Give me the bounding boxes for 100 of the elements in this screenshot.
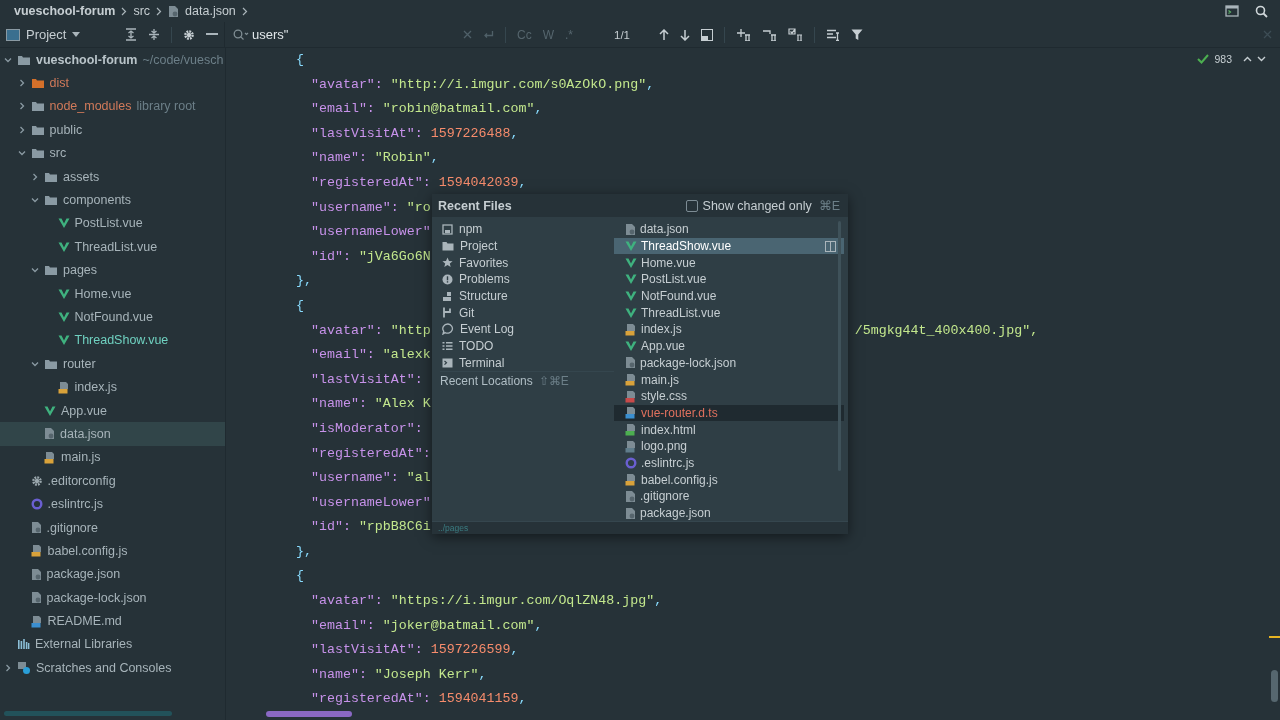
tree-item[interactable]: src [0,141,225,165]
recent-file-item[interactable]: .eslintrc.js [614,454,844,472]
tree-item[interactable]: main.js [0,445,225,470]
arrow-up-icon[interactable] [659,28,669,41]
close-icon[interactable] [463,30,472,39]
recent-file-item[interactable]: ThreadShow.vue [614,237,844,255]
tree-item[interactable]: data.json [0,422,225,446]
tree-item[interactable]: babel.config.js [0,539,225,563]
recent-file-item[interactable]: NotFound.vue [614,287,844,305]
search-field[interactable]: users" [252,27,452,42]
recent-file-item[interactable]: index.js [614,321,844,338]
tool-window-item[interactable]: Event Log [442,321,614,338]
minimize-icon[interactable] [206,33,218,36]
tree-item[interactable]: README.md [0,609,225,633]
tree-item[interactable]: vueschool-forum ~/code/vuesch [0,48,225,72]
inspection-widget[interactable]: 983 [1197,53,1266,65]
recent-file-item[interactable]: vue-router.d.ts [614,404,844,422]
recent-file-item[interactable]: package.json [614,504,844,522]
tree-item[interactable]: ThreadList.vue [0,235,225,259]
breadcrumb-item[interactable]: src [133,4,151,18]
chevron-down-icon [1257,56,1266,62]
window-icon[interactable] [701,28,713,41]
tree-item[interactable]: index.js [0,375,225,399]
tree-item[interactable]: External Libraries [0,632,225,657]
expand-all-icon[interactable] [125,28,137,41]
recent-file-item[interactable]: PostList.vue [614,271,844,288]
tree-item[interactable]: public [0,118,225,142]
tree-item[interactable]: package-lock.json [0,586,225,610]
terminal-icon[interactable] [1225,5,1239,17]
chevron-down-icon[interactable] [31,359,39,368]
remove-selection-icon[interactable] [762,28,777,41]
tool-window-item[interactable]: Structure [442,287,614,305]
tree-item[interactable]: components [0,188,225,212]
recent-file-item[interactable]: main.js [614,371,844,388]
file-icon [625,473,637,487]
gear-icon[interactable] [183,28,195,41]
recent-file-item[interactable]: ThreadList.vue [614,304,844,322]
tool-window-item[interactable]: npm [442,221,614,238]
recent-file-item[interactable]: style.css [614,387,844,405]
chevron-down-icon[interactable] [17,149,26,158]
tool-window-item[interactable]: Problems [442,271,614,288]
collapse-all-icon[interactable] [148,28,160,41]
arrow-down-icon[interactable] [680,28,690,41]
chevron-down-icon[interactable] [4,55,12,64]
document-icon [625,489,636,503]
recent-file-item[interactable]: babel.config.js [614,471,844,488]
chevron-down-icon[interactable] [31,196,39,205]
project-view-dropdown[interactable]: Project [6,27,81,42]
tree-item[interactable]: assets [0,164,225,189]
tool-window-item[interactable]: Terminal [442,354,614,372]
recent-file-item[interactable]: App.vue [614,337,844,355]
recent-file-item[interactable]: .gitignore [614,488,844,505]
file-name: pages [63,263,98,278]
tree-item[interactable]: .eslintrc.js [0,492,225,516]
tree-item[interactable]: Home.vue [0,281,225,306]
select-all-icon[interactable] [788,28,803,41]
checkbox[interactable] [685,199,698,212]
tool-window-item[interactable]: Project [442,237,614,255]
breadcrumb-item[interactable]: data.json [185,4,236,18]
recent-file-item[interactable]: Home.vue [614,254,844,272]
path-note: library root [136,99,196,114]
chevron-right-icon[interactable] [17,79,26,88]
chevron-down-icon[interactable] [31,266,39,275]
search-icon[interactable] [1255,4,1268,18]
scrollbar[interactable] [4,711,172,716]
tree-item[interactable]: PostList.vue [0,211,225,236]
window-icon [442,223,453,235]
tool-window-item[interactable]: TODO [442,337,614,355]
recent-locations-item[interactable]: Recent Locations ⇧⌘E [440,371,614,391]
folder-icon [44,357,58,370]
tree-item[interactable]: router [0,352,225,376]
tree-item[interactable]: package.json [0,562,225,586]
tree-item[interactable]: dist [0,71,225,95]
chevron-right-icon[interactable] [31,172,39,181]
breadcrumb-item[interactable]: vueschool-forum [14,4,116,18]
add-selection-icon[interactable] [736,28,751,41]
tree-item[interactable]: App.vue [0,398,225,423]
tool-window-item[interactable]: Favorites [442,254,614,272]
tree-item[interactable]: pages [0,258,225,282]
tree-item[interactable]: ThreadShow.vue [0,328,225,353]
scrollbar[interactable] [1271,670,1278,702]
tree-item[interactable]: .editorconfig [0,469,225,493]
return-icon[interactable] [483,29,494,40]
chevron-right-icon[interactable] [4,663,12,672]
recent-file-item[interactable]: data.json [614,221,844,238]
tree-item[interactable]: .gitignore [0,515,225,540]
filter-icon[interactable] [851,28,863,41]
tree-item[interactable]: node_modules library root [0,94,225,119]
tree-item[interactable]: NotFound.vue [0,305,225,329]
tree-item[interactable]: Scratches and Consoles [0,656,225,680]
text-options-icon[interactable] [826,28,840,41]
checkbox-label[interactable]: Show changed only [702,198,812,213]
split-view-icon[interactable] [825,240,836,252]
recent-file-item[interactable]: package-lock.json [614,354,844,372]
scrollbar[interactable] [266,711,352,717]
recent-file-item[interactable]: index.html [614,421,844,438]
chevron-right-icon[interactable] [17,125,26,134]
tool-window-item[interactable]: Git [442,304,614,322]
chevron-right-icon[interactable] [17,102,26,111]
recent-file-item[interactable]: logo.png [614,437,844,455]
